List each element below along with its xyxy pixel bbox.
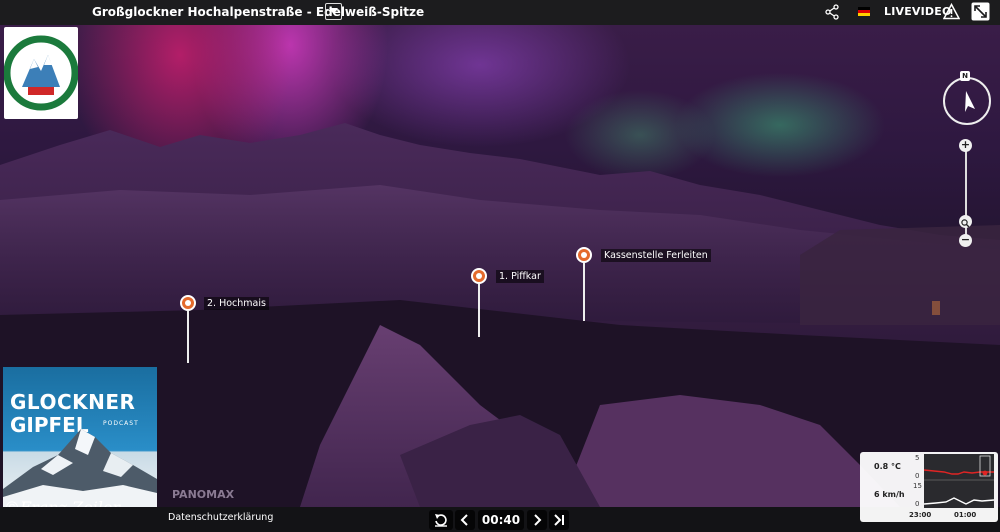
replay-icon	[435, 514, 447, 527]
compass-arrow-icon	[965, 91, 975, 112]
podcast-banner[interactable]: GLOCKNER GIPFEL PODCAST	[3, 367, 157, 519]
zoom-slider-handle[interactable]	[959, 215, 972, 228]
time-label-end: 01:00	[954, 511, 977, 519]
poi-label[interactable]: Kassenstelle Ferleiten	[601, 249, 711, 262]
title-dropdown-button[interactable]	[325, 3, 342, 20]
poi-pin-icon[interactable]	[576, 247, 592, 263]
livevideo-link[interactable]: LIVEVIDEO	[884, 5, 952, 18]
flag-de-icon[interactable]	[858, 7, 870, 16]
temp-axis-max: 5	[915, 454, 920, 462]
logo-emblem	[3, 35, 79, 111]
share-icon[interactable]	[824, 4, 840, 20]
panomax-logo: PANOMAX	[172, 488, 235, 501]
current-time: 00:40	[481, 513, 521, 527]
fullscreen-icon[interactable]	[971, 2, 990, 21]
privacy-link[interactable]: Datenschutzerklärung	[168, 512, 273, 523]
wind-value: 6 km/h	[874, 490, 905, 499]
wind-axis-max: 15	[913, 482, 922, 490]
magnifier-icon	[961, 219, 970, 228]
temperature-value: 0.8 °C	[874, 462, 901, 471]
grossglockner-logo[interactable]	[3, 27, 79, 119]
compass-control[interactable]	[943, 77, 991, 125]
chevron-left-icon	[460, 514, 468, 526]
poi-label[interactable]: 2. Hochmais	[204, 297, 269, 310]
poi-line	[583, 263, 585, 321]
weather-widget[interactable]: 0.8 °C 6 km/h 5 0 15 0 23:00 01:00	[860, 452, 998, 522]
next-button[interactable]	[527, 510, 547, 530]
poi-label[interactable]: 1. Piffkar	[496, 270, 544, 283]
podcast-mountain-image	[3, 429, 157, 519]
previous-button[interactable]	[455, 510, 475, 530]
replay-button[interactable]	[429, 510, 453, 530]
compass-north-label: N	[960, 71, 970, 81]
warning-icon[interactable]	[943, 3, 960, 20]
chevron-down-icon	[329, 8, 338, 14]
temp-axis-min: 0	[915, 472, 920, 480]
chevron-right-icon	[534, 514, 542, 526]
zoom-in-button[interactable]: +	[959, 139, 972, 152]
time-display: 00:40	[478, 510, 524, 530]
time-label-start: 23:00	[909, 511, 932, 519]
poi-pin-icon[interactable]	[180, 295, 196, 311]
skip-end-icon	[554, 514, 564, 526]
poi-pin-icon[interactable]	[471, 268, 487, 284]
skip-to-live-button[interactable]	[549, 510, 569, 530]
wind-axis-min: 0	[915, 500, 920, 508]
page-title: Großglockner Hochalpenstraße - Edelweiß-…	[92, 5, 425, 19]
weather-sparkline	[924, 454, 994, 508]
zoom-out-button[interactable]: −	[959, 234, 972, 247]
poi-line	[187, 311, 189, 363]
poi-line	[478, 284, 480, 337]
top-bar: Großglockner Hochalpenstraße - Edelweiß-…	[0, 0, 1000, 25]
